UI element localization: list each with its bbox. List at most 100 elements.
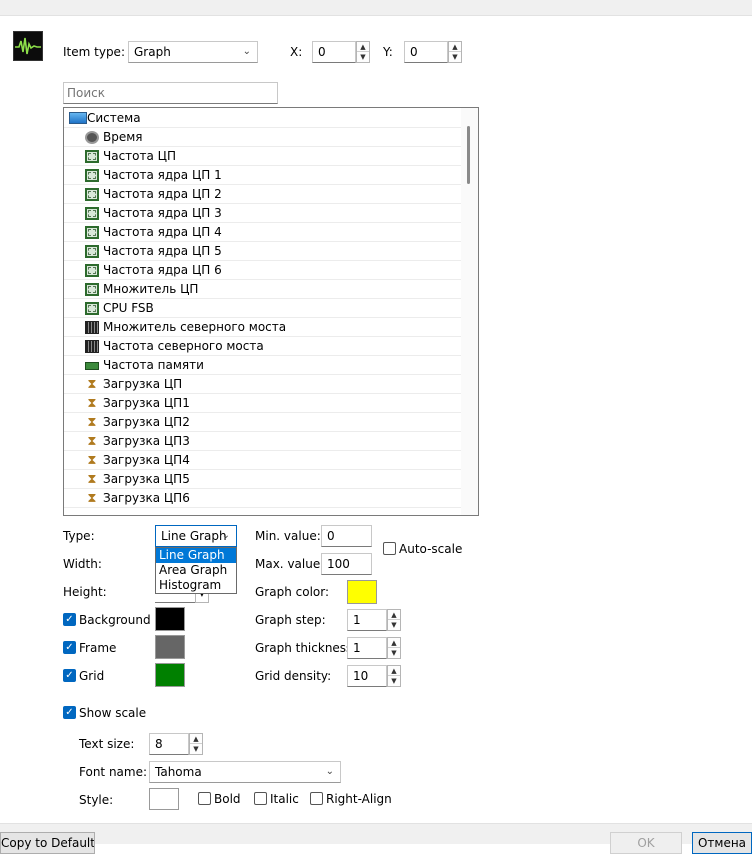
tree-item[interactable]: Частота ядра ЦП 1 [64, 166, 461, 185]
spin-down-icon[interactable]: ▼ [388, 676, 400, 686]
graph-type-value: Line Graph [161, 529, 227, 543]
spin-up-icon[interactable]: ▲ [388, 666, 400, 676]
tree-item[interactable]: ⧗ Загрузка ЦП2 [64, 413, 461, 432]
tree-item[interactable]: ⧗ Загрузка ЦП1 [64, 394, 461, 413]
text-size-input[interactable]: 8 [149, 733, 189, 755]
tree-item-partial[interactable] [64, 508, 461, 515]
tree-item[interactable]: Система [64, 109, 461, 128]
graph-thickness-spinner[interactable]: ▲ ▼ [387, 637, 401, 659]
y-spinner[interactable]: ▲ ▼ [448, 41, 462, 63]
show-scale-checkbox[interactable]: ✓ [63, 706, 76, 719]
clock-icon [85, 131, 99, 144]
max-value-input[interactable]: 100 [321, 553, 372, 575]
tree-item[interactable]: Частота северного моста [64, 337, 461, 356]
graph-type-option[interactable]: Line Graph [156, 548, 236, 563]
tree-item[interactable]: Частота ядра ЦП 4 [64, 223, 461, 242]
tree-item[interactable]: Время [64, 128, 461, 147]
min-value-input[interactable]: 0 [321, 525, 372, 547]
tree-item[interactable]: ⧗ Загрузка ЦП5 [64, 470, 461, 489]
graph-type-dropdown[interactable]: Line Graph Area Graph Histogram [155, 547, 237, 594]
tree-item-label: Загрузка ЦП [103, 377, 183, 391]
spin-up-icon[interactable]: ▲ [357, 42, 369, 52]
frame-checkbox[interactable]: ✓ [63, 641, 76, 654]
item-type-label: Item type: [63, 45, 125, 59]
graph-thickness-input[interactable]: 1 [347, 637, 387, 659]
tree-item[interactable]: Частота ядра ЦП 5 [64, 242, 461, 261]
scrollbar-thumb[interactable] [467, 126, 470, 184]
window-top-bar [0, 0, 752, 16]
ok-button[interactable]: OK [610, 832, 682, 854]
graph-color-label: Graph color: [255, 585, 330, 599]
tree-item-label: Частота северного моста [103, 339, 264, 353]
tree-item[interactable]: Частота ядра ЦП 3 [64, 204, 461, 223]
right-align-label: Right-Align [326, 792, 392, 806]
background-color-swatch[interactable] [155, 607, 185, 631]
auto-scale-label: Auto-scale [399, 542, 463, 556]
spin-up-icon[interactable]: ▲ [388, 610, 400, 620]
tree-item-label: Частота ядра ЦП 2 [103, 187, 222, 201]
hourglass-icon: ⧗ [87, 377, 97, 392]
spin-down-icon[interactable]: ▼ [190, 744, 202, 754]
max-value-label: Max. value: [255, 557, 325, 571]
spin-down-icon[interactable]: ▼ [357, 52, 369, 62]
cpu-icon [85, 169, 99, 182]
cpu-icon [85, 302, 99, 315]
spin-up-icon[interactable]: ▲ [449, 42, 461, 52]
tree-item[interactable]: ⧗ Загрузка ЦП4 [64, 451, 461, 470]
tree-item-label: Система [87, 111, 141, 125]
background-checkbox[interactable]: ✓ [63, 613, 76, 626]
tree-item[interactable]: Множитель северного моста [64, 318, 461, 337]
frame-color-swatch[interactable] [155, 635, 185, 659]
graph-step-input[interactable]: 1 [347, 609, 387, 631]
x-input[interactable]: 0 [312, 41, 356, 63]
graph-type-option[interactable]: Histogram [156, 578, 236, 593]
bold-checkbox[interactable] [198, 792, 211, 805]
y-input[interactable]: 0 [404, 41, 448, 63]
hourglass-icon: ⧗ [87, 472, 97, 487]
hourglass-icon: ⧗ [87, 396, 97, 411]
grid-color-swatch[interactable] [155, 663, 185, 687]
cpu-icon [85, 245, 99, 258]
graph-step-spinner[interactable]: ▲ ▼ [387, 609, 401, 631]
graph-step-label: Graph step: [255, 613, 326, 627]
tree-item[interactable]: Частота ЦП [64, 147, 461, 166]
graph-type-option[interactable]: Area Graph [156, 563, 236, 578]
tree-item[interactable]: Частота памяти [64, 356, 461, 375]
text-size-spinner[interactable]: ▲ ▼ [189, 733, 203, 755]
spin-down-icon[interactable]: ▼ [449, 52, 461, 62]
tree-scrollbar[interactable] [461, 108, 478, 515]
sensor-tree[interactable]: Система Время Частота ЦП Частота ядра ЦП 1 Ч… [63, 107, 479, 516]
style-preview-box[interactable] [149, 788, 179, 810]
tree-item-label: Частота ядра ЦП 5 [103, 244, 222, 258]
font-name-combo[interactable]: Tahoma ⌄ [149, 761, 341, 783]
item-type-combo[interactable]: Graph ⌄ [128, 41, 258, 63]
grid-label: Grid [79, 669, 105, 683]
spin-up-icon[interactable]: ▲ [190, 734, 202, 744]
tree-item[interactable]: ⧗ Загрузка ЦП3 [64, 432, 461, 451]
tree-item[interactable]: Частота ядра ЦП 6 [64, 261, 461, 280]
spin-down-icon[interactable]: ▼ [388, 648, 400, 658]
min-value-label: Min. value: [255, 529, 321, 543]
italic-checkbox[interactable] [254, 792, 267, 805]
tree-item-label: Частота ЦП [103, 149, 177, 163]
copy-to-defaults-button[interactable]: Copy to Defaults [0, 832, 95, 854]
right-align-checkbox[interactable] [310, 792, 323, 805]
grid-density-spinner[interactable]: ▲ ▼ [387, 665, 401, 687]
tree-item[interactable]: ⧗ Загрузка ЦП [64, 375, 461, 394]
grid-density-input[interactable]: 10 [347, 665, 387, 687]
x-spinner[interactable]: ▲ ▼ [356, 41, 370, 63]
search-input[interactable] [63, 82, 278, 104]
tree-item[interactable]: CPU FSB [64, 299, 461, 318]
cpu-icon [85, 226, 99, 239]
auto-scale-checkbox[interactable] [383, 542, 396, 555]
spin-down-icon[interactable]: ▼ [388, 620, 400, 630]
tree-item[interactable]: Частота ядра ЦП 2 [64, 185, 461, 204]
spin-up-icon[interactable]: ▲ [388, 638, 400, 648]
cancel-button[interactable]: Отмена [692, 832, 752, 854]
graph-type-combo[interactable]: Line Graph ⌄ [155, 525, 237, 547]
tree-item[interactable]: ⧗ Загрузка ЦП6 [64, 489, 461, 508]
tree-item[interactable]: Множитель ЦП [64, 280, 461, 299]
y-label: Y: [383, 45, 393, 59]
grid-checkbox[interactable]: ✓ [63, 669, 76, 682]
graph-color-swatch[interactable] [347, 580, 377, 604]
